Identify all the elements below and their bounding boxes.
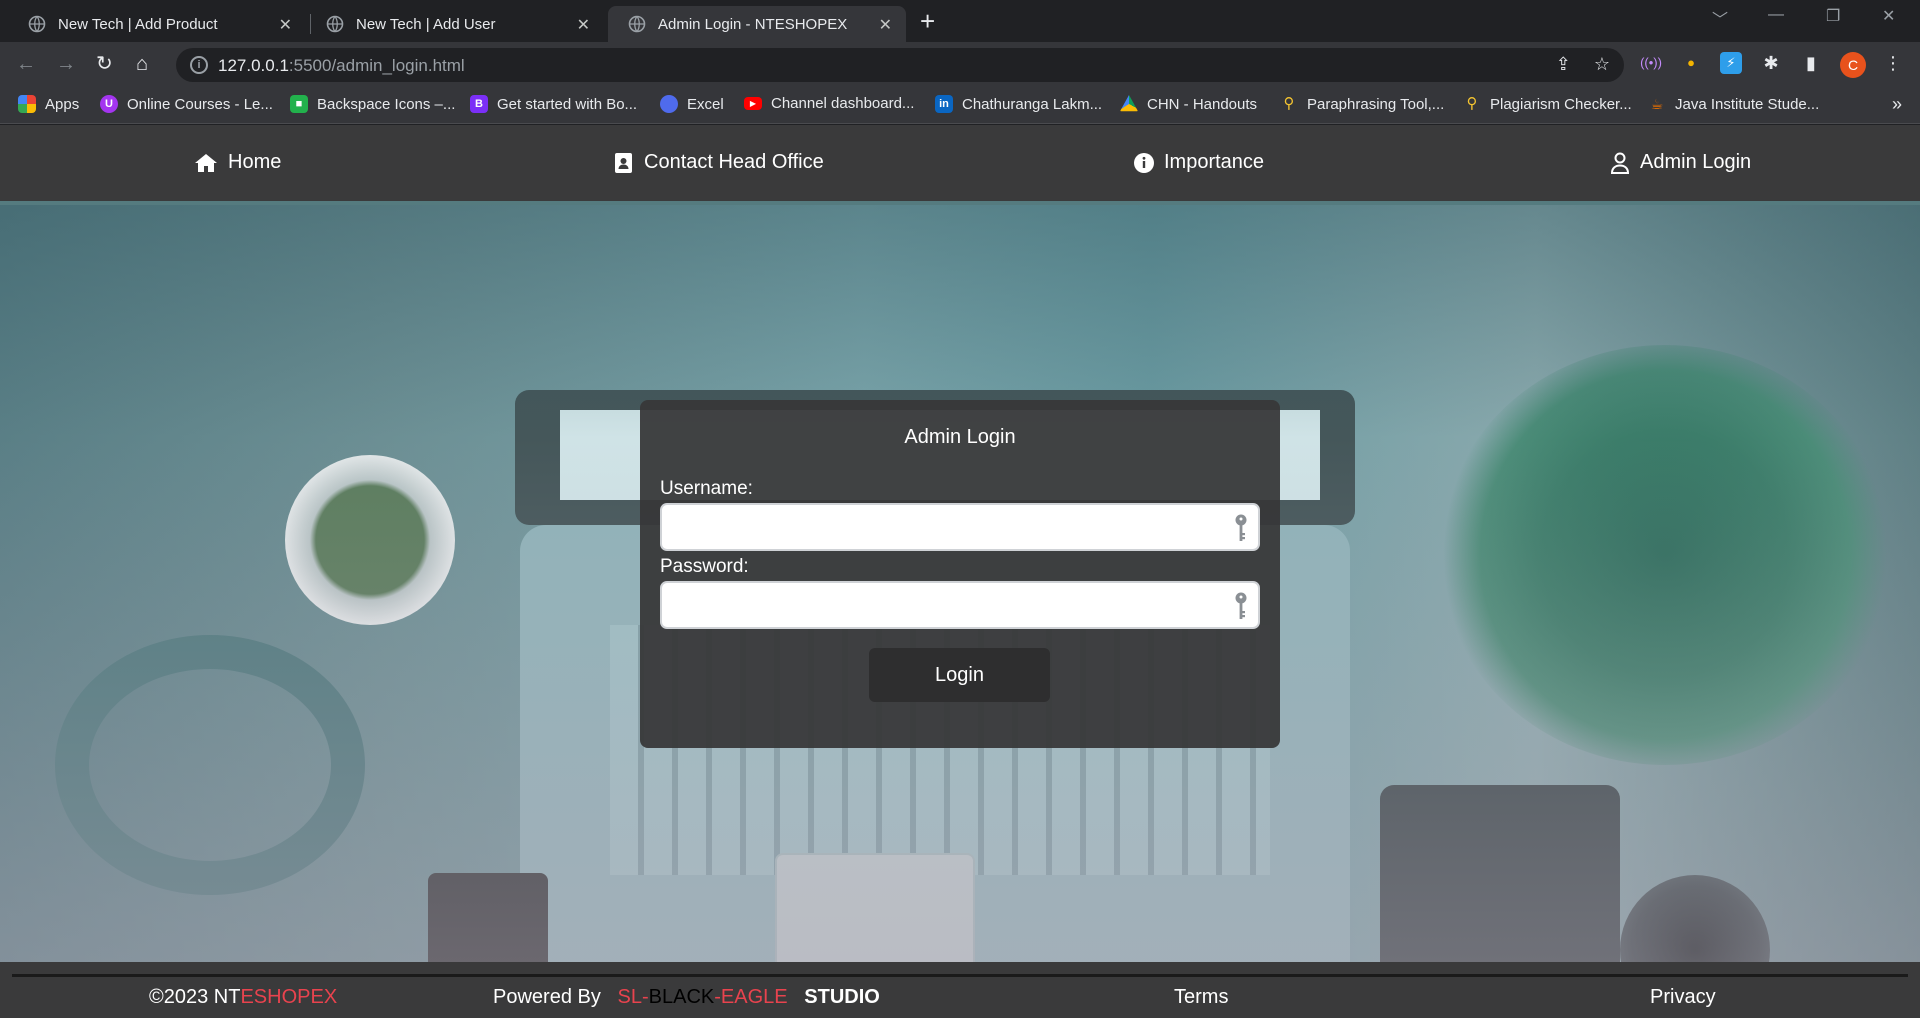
tab-add-user[interactable]: New Tech | Add User ✕ xyxy=(306,6,604,42)
site-info-icon[interactable]: i xyxy=(190,56,208,74)
password-input[interactable] xyxy=(662,583,1202,627)
username-input[interactable] xyxy=(662,505,1202,549)
bookmark-channel-dashboard[interactable]: ▶ Channel dashboard... xyxy=(744,95,914,112)
login-card-title: Admin Login xyxy=(904,426,1016,448)
bookmark-java-institute[interactable]: ☕ Java Institute Stude... xyxy=(1648,95,1820,113)
tab-add-product[interactable]: New Tech | Add Product ✕ xyxy=(8,6,306,42)
linkedin-icon: in xyxy=(935,95,953,113)
close-tab-icon[interactable]: ✕ xyxy=(879,15,892,35)
profile-avatar[interactable]: C xyxy=(1840,52,1866,78)
url-text[interactable]: 127.0.0.1:5500/admin_login.html xyxy=(218,56,465,76)
close-tab-icon[interactable]: ✕ xyxy=(577,15,590,35)
minimize-icon[interactable]: — xyxy=(1768,6,1784,24)
browser-window: New Tech | Add Product ✕ New Tech | Add … xyxy=(0,0,1920,1018)
nav-importance-label: Importance xyxy=(1164,151,1265,173)
username-field-wrapper xyxy=(660,503,1260,551)
more-bookmarks-chevron-icon[interactable]: » xyxy=(1892,94,1902,115)
password-manager-key-icon[interactable] xyxy=(1234,513,1248,543)
user-icon xyxy=(1610,152,1630,174)
restore-icon[interactable]: ❐ xyxy=(1826,6,1840,26)
search-tool-icon: ⚲ xyxy=(1283,95,1295,112)
backspace-icon: ■ xyxy=(290,95,308,113)
home-icon xyxy=(195,153,217,172)
back-arrow-icon[interactable]: ← xyxy=(16,53,36,75)
nav-contact-label: Contact Head Office xyxy=(644,151,824,173)
footer-divider xyxy=(12,974,1908,977)
menu-kebab-icon[interactable]: ⋮ xyxy=(1882,52,1904,74)
java-icon: ☕ xyxy=(1650,96,1664,112)
udemy-icon: U xyxy=(100,95,118,113)
tab-title: New Tech | Add Product xyxy=(58,15,218,33)
nav-home-link[interactable]: Home xyxy=(194,151,281,174)
apps-grid-icon xyxy=(18,95,36,113)
site-footer: ©2023 NTESHOPEX Powered By SL-BLACK-EAGL… xyxy=(0,962,1920,1018)
tab-title: New Tech | Add User xyxy=(356,15,496,33)
info-circle-icon xyxy=(1134,152,1154,173)
tab-admin-login[interactable]: Admin Login - NTESHOPEX ✕ xyxy=(608,6,906,42)
close-window-icon[interactable]: ✕ xyxy=(1882,6,1895,26)
globe-icon xyxy=(628,15,646,33)
site-navbar: Home Contact Head Office Importance Admi… xyxy=(0,125,1920,205)
globe-icon xyxy=(326,15,344,33)
bookmark-chn-handouts[interactable]: CHN - Handouts xyxy=(1120,95,1257,113)
footer-privacy-link[interactable]: Privacy xyxy=(1650,986,1716,1009)
username-label: Username: xyxy=(660,478,753,499)
bookmark-online-courses[interactable]: U Online Courses - Le... xyxy=(100,95,273,113)
admin-login-card: Admin Login Username: Password: Login xyxy=(640,400,1280,748)
new-tab-plus-icon[interactable]: + xyxy=(920,8,935,34)
password-label: Password: xyxy=(660,556,749,577)
tab-strip: New Tech | Add Product ✕ New Tech | Add … xyxy=(0,0,1920,42)
footer-powered-by: Powered By SL-BLACK-EAGLE STUDIO xyxy=(493,986,880,1008)
extensions-puzzle-icon[interactable]: ✱ xyxy=(1760,52,1782,74)
nav-home-label: Home xyxy=(228,151,282,173)
login-button[interactable]: Login xyxy=(869,648,1050,702)
bookmark-linkedin[interactable]: in Chathuranga Lakm... xyxy=(935,95,1102,113)
address-book-icon xyxy=(615,152,632,173)
nav-admin-login-link[interactable]: Admin Login xyxy=(1610,151,1751,174)
forward-arrow-icon[interactable]: → xyxy=(56,53,76,75)
search-tool-icon: ⚲ xyxy=(1466,95,1478,112)
nav-contact-link[interactable]: Contact Head Office xyxy=(614,151,824,174)
bookmark-backspace-icons[interactable]: ■ Backspace Icons –... xyxy=(290,95,455,113)
tab-search-chevron-icon[interactable]: ﹀ xyxy=(1712,6,1728,30)
youtube-icon: ▶ xyxy=(744,97,762,110)
nav-admin-login-label: Admin Login xyxy=(1640,151,1752,173)
nav-importance-link[interactable]: Importance xyxy=(1134,151,1264,174)
address-bar[interactable]: i 127.0.0.1:5500/admin_login.html ⇪ ☆ xyxy=(176,48,1624,82)
omnibox-actions: ⇪ ☆ xyxy=(1556,54,1610,75)
bookmark-excel[interactable]: Excel xyxy=(660,95,724,113)
bookmarks-bar: Apps U Online Courses - Le... ■ Backspace … xyxy=(0,88,1920,124)
bookmark-plagiarism[interactable]: ⚲ Plagiarism Checker... xyxy=(1463,95,1632,113)
tab-title: Admin Login - NTESHOPEX xyxy=(658,15,848,33)
extension-tool-icon[interactable]: ⚡ xyxy=(1720,52,1742,74)
bookmark-bootstrap[interactable]: B Get started with Bo... xyxy=(470,95,637,113)
page-viewport: Home Contact Head Office Importance Admi… xyxy=(0,125,1920,1018)
bookmark-star-icon[interactable]: ☆ xyxy=(1594,54,1610,74)
password-manager-key-icon[interactable] xyxy=(1234,591,1248,621)
share-icon[interactable]: ⇪ xyxy=(1556,54,1571,74)
reload-icon[interactable]: ↻ xyxy=(96,53,113,75)
globe-icon xyxy=(28,15,46,33)
bookmark-paraphrasing[interactable]: ⚲ Paraphrasing Tool,... xyxy=(1280,95,1445,113)
excel-icon xyxy=(660,95,678,113)
bootstrap-icon: B xyxy=(470,95,488,113)
bookmark-apps[interactable]: Apps xyxy=(18,95,79,113)
side-panel-icon[interactable]: ▮ xyxy=(1800,52,1822,74)
close-tab-icon[interactable]: ✕ xyxy=(279,15,292,35)
home-icon[interactable]: ⌂ xyxy=(136,53,148,75)
extension-cookie-icon[interactable]: ● xyxy=(1680,52,1702,74)
footer-terms-link[interactable]: Terms xyxy=(1174,986,1228,1009)
google-drive-icon xyxy=(1120,95,1138,112)
extension-radio-icon[interactable]: ((•)) xyxy=(1640,52,1662,74)
browser-toolbar: ← → ↻ ⌂ i 127.0.0.1:5500/admin_login.htm… xyxy=(0,42,1920,88)
footer-copyright: ©2023 NTESHOPEX xyxy=(149,986,338,1008)
password-field-wrapper xyxy=(660,581,1260,629)
